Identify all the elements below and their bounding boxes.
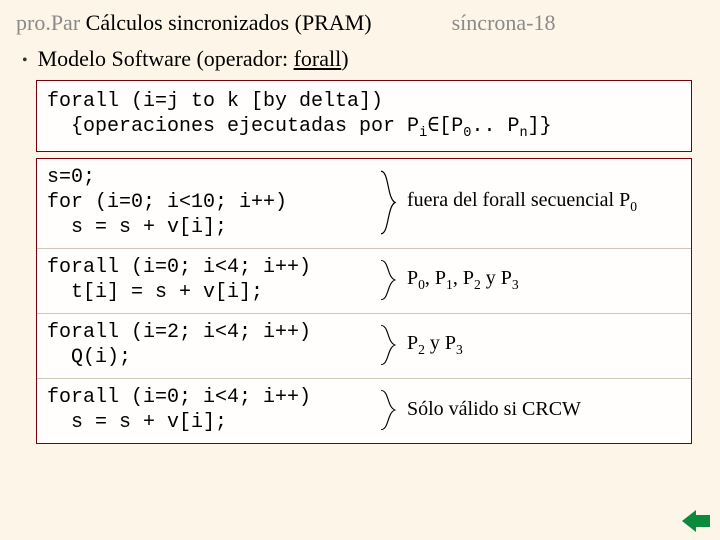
brace-1 (379, 255, 397, 305)
example-block-0: s=0; for (i=0; i<10; i++) s = s + v[i]; … (37, 159, 691, 248)
syntax-l2c: .. P (471, 115, 519, 138)
syntax-sub-i: i (419, 126, 427, 141)
syntax-l2a: {operaciones ejecutadas por P (47, 115, 419, 138)
syntax-line2: {operaciones ejecutadas por Pi∈[P0.. Pn]… (47, 114, 681, 143)
note-1-s3: 3 (512, 277, 519, 292)
brace-icon (379, 389, 397, 431)
brace-2 (379, 320, 397, 370)
bullet-close: ) (341, 46, 348, 71)
note-2-p: P (407, 332, 418, 354)
header-left: pro.Par Cálculos sincronizados (PRAM) (16, 10, 372, 36)
bullet-text: Modelo Software (operador: forall) (38, 46, 349, 72)
bullet-keyword: forall (294, 46, 342, 71)
note-1-j2: y P (481, 267, 512, 289)
syntax-box: forall (i=j to k [by delta]) {operacione… (36, 80, 692, 152)
back-arrow-icon[interactable] (682, 510, 710, 532)
code-3: forall (i=0; i<4; i++) s = s + v[i]; (47, 385, 379, 435)
note-0-sub: 0 (630, 199, 637, 214)
brace-icon (379, 259, 397, 301)
header-title: Cálculos sincronizados (PRAM) (80, 10, 371, 35)
code-2: forall (i=2; i<4; i++) Q(i); (47, 320, 379, 370)
syntax-l2b: ∈[P (427, 115, 463, 138)
code-1: forall (i=0; i<4; i++) t[i] = s + v[i]; (47, 255, 379, 305)
bullet-row: • Modelo Software (operador: forall) (0, 42, 720, 80)
example-block-2: forall (i=2; i<4; i++) Q(i); P2 y P3 (37, 313, 691, 378)
note-2-s0: 2 (418, 342, 425, 357)
note-2-j0: y P (425, 332, 456, 354)
note-3: Sólo válido si CRCW (397, 398, 681, 421)
code-0: s=0; for (i=0; i<10; i++) s = s + v[i]; (47, 165, 379, 240)
note-1-s2: 2 (474, 277, 481, 292)
syntax-l2d: ]} (528, 115, 552, 138)
bullet-dot: • (22, 52, 28, 70)
syntax-sub-n: n (519, 126, 527, 141)
brace-3 (379, 385, 397, 435)
brace-0 (379, 165, 397, 240)
note-2: P2 y P3 (397, 332, 681, 358)
note-1-s1: 1 (446, 277, 453, 292)
note-1-j1: , P (453, 267, 474, 289)
note-1: P0, P1, P2 y P3 (397, 267, 681, 293)
note-2-s1: 3 (456, 342, 463, 357)
note-1-s0: 0 (418, 277, 425, 292)
brace-icon (379, 169, 397, 236)
note-0-text: fuera del forall secuencial P (407, 189, 630, 211)
syntax-line1: forall (i=j to k [by delta]) (47, 89, 681, 114)
header-page: síncrona-18 (452, 10, 556, 36)
bullet-prefix: Modelo Software (operador: (38, 46, 294, 71)
slide-header: pro.Par Cálculos sincronizados (PRAM) sí… (0, 0, 720, 42)
note-1-j0: , P (425, 267, 446, 289)
header-prefix: pro.Par (16, 10, 80, 35)
note-0: fuera del forall secuencial P0 (397, 189, 681, 215)
examples-box: s=0; for (i=0; i<10; i++) s = s + v[i]; … (36, 158, 692, 444)
example-block-1: forall (i=0; i<4; i++) t[i] = s + v[i]; … (37, 248, 691, 313)
brace-icon (379, 324, 397, 366)
note-1-p0: P (407, 267, 418, 289)
example-block-3: forall (i=0; i<4; i++) s = s + v[i]; Sól… (37, 378, 691, 443)
